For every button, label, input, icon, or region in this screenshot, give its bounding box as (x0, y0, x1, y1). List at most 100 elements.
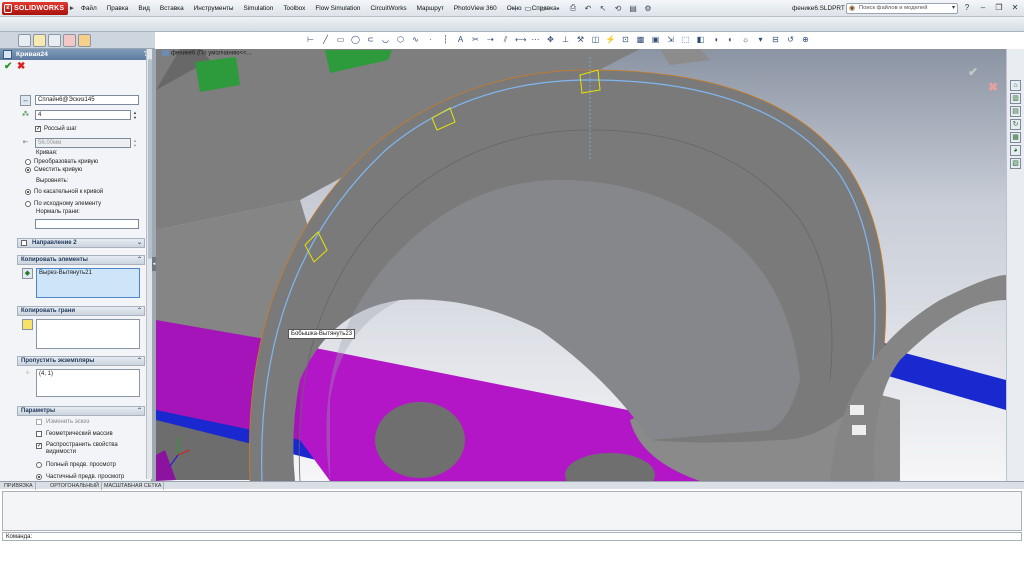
feature-tree-tab-icon[interactable] (18, 34, 31, 47)
model-view[interactable] (156, 49, 1006, 481)
minimize-icon[interactable]: – (976, 2, 990, 14)
menu-photoview[interactable]: PhotoView 360 (449, 0, 502, 17)
feature-tree-flyout[interactable]: фенике6 (По умолчанию<<... (162, 50, 252, 57)
apply-scene-icon[interactable]: ☼ (740, 34, 751, 45)
tangent-radio[interactable] (25, 189, 31, 195)
faces-list[interactable] (36, 319, 140, 349)
cancel-button[interactable]: ✖ (17, 61, 25, 72)
instances-spinner-icon[interactable]: ▲ ▼ (132, 110, 138, 120)
menu-simulation[interactable]: Simulation (239, 0, 279, 17)
select-icon[interactable]: ↖ (597, 2, 609, 14)
transform-curve-radio[interactable] (25, 159, 31, 165)
reverse-direction-icon[interactable]: ↔ (20, 95, 31, 106)
collapse-icon[interactable]: ⌃ (137, 256, 142, 265)
rapid-sketch-icon[interactable]: ⚡ (605, 34, 616, 45)
align-to-seed-radio[interactable] (25, 201, 31, 207)
slot-tool-icon[interactable]: ⊂ (365, 34, 376, 45)
spline-tool-icon[interactable]: ∿ (410, 34, 421, 45)
features-list[interactable]: Вырез-Вытянуть21 (36, 268, 140, 298)
collapse-icon[interactable]: ⌃ (137, 357, 142, 366)
confirmation-ok-icon[interactable]: ✔ (968, 65, 978, 79)
circle-tool-icon[interactable]: ◯ (350, 34, 361, 45)
quick-snaps-icon[interactable]: ◫ (590, 34, 601, 45)
propagate-visual-checkbox[interactable]: ✓ (36, 443, 42, 449)
geometry-pattern-checkbox[interactable] (36, 431, 42, 437)
exit-sketch-icon[interactable]: ⇲ (665, 34, 676, 45)
menu-circuitworks[interactable]: CircuitWorks (365, 0, 411, 17)
equal-spacing-checkbox[interactable]: ✓ (35, 126, 41, 132)
move-tool-icon[interactable]: ✥ (545, 34, 556, 45)
pin-icon[interactable]: ⊣ (507, 2, 519, 14)
view-palette-tab-icon[interactable]: ▦ (1010, 132, 1021, 143)
snap-tab[interactable]: ПРИВЯЗКА (2, 482, 36, 490)
centerline-tool-icon[interactable]: ┆ (440, 34, 451, 45)
grid-tab[interactable]: МАСШТАБНАЯ СЕТКА (102, 482, 165, 490)
curve-selection-field[interactable]: Сплайн6@Эскиз145 (35, 95, 139, 105)
print-icon[interactable]: ⎙ (567, 2, 579, 14)
direction2-section[interactable]: Направление 2 ⌄ (17, 238, 145, 248)
trim-tool-icon[interactable]: ✂ (470, 34, 481, 45)
instant2d-icon[interactable]: ⊡ (620, 34, 631, 45)
graphics-area[interactable] (156, 49, 1006, 481)
features-list-item[interactable]: Вырез-Вытянуть21 (39, 270, 92, 276)
command-line[interactable]: Команда: (2, 532, 1022, 541)
ortho-tab[interactable]: ОРТОГОНАЛЬНЫЙ (48, 482, 102, 490)
help-icon[interactable]: ? (960, 2, 974, 14)
shaded-contours-icon[interactable]: ▩ (635, 34, 646, 45)
ok-button[interactable]: ✔ (4, 61, 12, 72)
repair-tool-icon[interactable]: ⚒ (575, 34, 586, 45)
zoom-fit-icon[interactable]: ⊕ (800, 34, 811, 45)
sketch-pictures-icon[interactable]: ▣ (650, 34, 661, 45)
dim-icon[interactable]: ⊢ (305, 34, 316, 45)
vary-sketch-checkbox[interactable] (36, 419, 42, 425)
offset-curve-radio[interactable] (25, 167, 31, 173)
configuration-tab-icon[interactable] (48, 34, 61, 47)
confirmation-cancel-icon[interactable]: ✖ (988, 80, 998, 94)
file-properties-icon[interactable]: ▤ (627, 2, 639, 14)
view-orientation-icon[interactable]: ⬚ (680, 34, 691, 45)
menu-routing[interactable]: Маршрут (412, 0, 449, 17)
collapse-icon[interactable]: ⌃ (137, 307, 142, 316)
hide-show-icon[interactable]: ◑ (710, 34, 721, 45)
restore-icon[interactable]: ❐ (992, 2, 1006, 14)
view-settings-icon[interactable]: ▾ (755, 34, 766, 45)
options-gear-icon[interactable]: ⚙ (642, 2, 654, 14)
search-tab-icon[interactable]: ↻ (1010, 119, 1021, 130)
full-preview-radio[interactable] (36, 462, 42, 468)
arc-tool-icon[interactable]: ◡ (380, 34, 391, 45)
search-dropdown-icon[interactable]: ▾ (952, 4, 955, 13)
previous-view-icon[interactable]: ↺ (785, 34, 796, 45)
partial-preview-radio[interactable] (36, 474, 42, 480)
undo-icon[interactable]: ↶ (582, 2, 594, 14)
polygon-tool-icon[interactable]: ⬡ (395, 34, 406, 45)
appearances-tab-icon[interactable]: ◕ (1010, 145, 1021, 156)
distance-spinner-icon[interactable]: ▲ ▼ (132, 138, 138, 148)
rect-tool-icon[interactable]: ▭ (335, 34, 346, 45)
faces-to-pattern-section[interactable]: Копировать грани ⌃ (17, 306, 145, 316)
display-style-icon[interactable]: ◧ (695, 34, 706, 45)
skip-instances-item[interactable]: (4, 1) (39, 371, 53, 377)
menu-view[interactable]: Вид (133, 0, 155, 17)
menu-insert[interactable]: Вставка (155, 0, 189, 17)
skip-instances-list[interactable]: (4, 1) (36, 369, 140, 397)
expand-icon[interactable]: ⌄ (137, 239, 142, 248)
menu-file[interactable]: Файл (76, 0, 102, 17)
spacing-distance-field[interactable]: 56.00мм (35, 138, 131, 148)
resources-tab-icon[interactable]: ⌂ (1010, 80, 1021, 91)
open-folder-icon[interactable]: ▱ (537, 2, 549, 14)
face-normal-field[interactable] (35, 219, 139, 229)
point-tool-icon[interactable]: · (425, 34, 436, 45)
mirror-tool-icon[interactable]: ⟷ (515, 34, 526, 45)
rebuild-icon[interactable]: ⟲ (612, 2, 624, 14)
direction2-checkbox[interactable] (21, 240, 27, 246)
linear-pattern-tool-icon[interactable]: ⋯ (530, 34, 541, 45)
menu-tools[interactable]: Инструменты (189, 0, 239, 17)
section-view-icon[interactable]: ⊟ (770, 34, 781, 45)
text-tool-icon[interactable]: A (455, 34, 466, 45)
skip-instances-section[interactable]: Пропустить экземпляры ⌃ (17, 356, 145, 366)
options-section[interactable]: Параметры ⌃ (17, 406, 145, 416)
relations-tool-icon[interactable]: ⊥ (560, 34, 571, 45)
menu-edit[interactable]: Правка (102, 0, 134, 17)
edit-appearance-icon[interactable]: ◐ (725, 34, 736, 45)
collapse-icon[interactable]: ⌃ (137, 407, 142, 416)
